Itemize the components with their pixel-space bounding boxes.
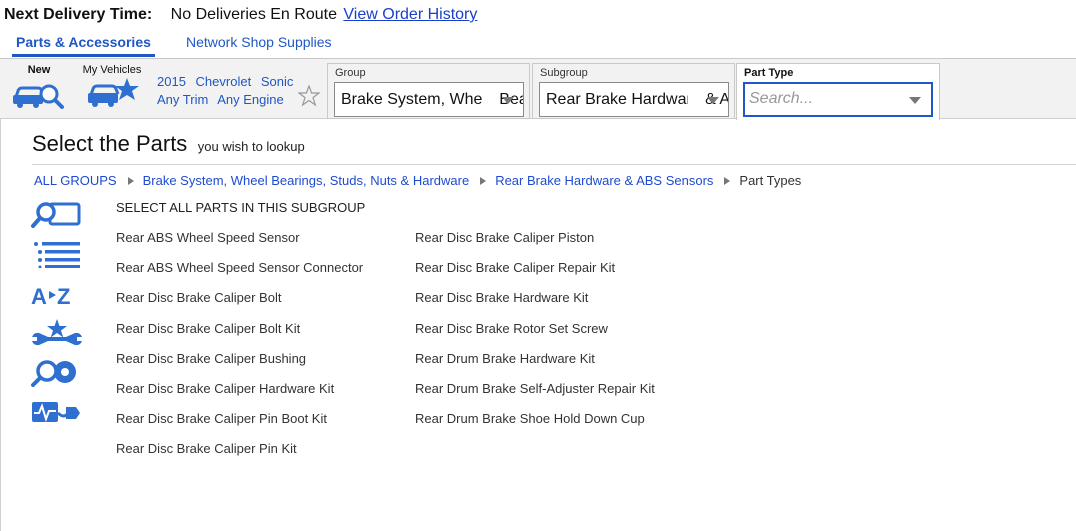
- subgroup-label: Subgroup: [540, 67, 588, 79]
- chevron-down-icon: [707, 97, 719, 104]
- page-subtitle: you wish to lookup: [197, 139, 305, 154]
- group-select[interactable]: Brake System, Wheel Bearings, Studs, Nut…: [334, 82, 524, 117]
- part-type-item[interactable]: Rear Drum Brake Shoe Hold Down Cup: [415, 411, 645, 426]
- list-view-icon[interactable]: [30, 240, 84, 268]
- part-type-label: Part Type: [744, 67, 794, 79]
- tab-parts-accessories[interactable]: Parts & Accessories: [12, 34, 155, 57]
- part-type-item[interactable]: Rear Disc Brake Caliper Pin Boot Kit: [116, 411, 327, 426]
- part-type-item[interactable]: Rear Disc Brake Caliper Hardware Kit: [116, 381, 334, 396]
- svg-text:A: A: [31, 284, 47, 309]
- new-vehicle-button[interactable]: New: [12, 64, 66, 115]
- page-heading: Select the Parts you wish to lookup: [32, 131, 305, 157]
- chevron-down-icon: [502, 97, 514, 104]
- part-type-item[interactable]: Rear Disc Brake Caliper Repair Kit: [415, 260, 615, 275]
- new-vehicle-label: New: [27, 64, 51, 76]
- view-order-history-link[interactable]: View Order History: [343, 6, 477, 23]
- part-type-item[interactable]: Rear Disc Brake Rotor Set Screw: [415, 321, 608, 336]
- breadcrumb: ALL GROUPS Brake System, Wheel Bearings, …: [34, 173, 801, 188]
- part-type-item[interactable]: Rear ABS Wheel Speed Sensor: [116, 230, 300, 245]
- content-border: [0, 119, 1, 531]
- part-type-item[interactable]: Rear Disc Brake Caliper Bolt: [116, 290, 281, 305]
- breadcrumb-arrow-icon: [127, 177, 134, 186]
- search-tire-icon[interactable]: [30, 359, 84, 387]
- vehicle-filter-bar: New My Vehicles 2015 Chevrolet Sonic Any…: [0, 59, 1076, 120]
- delivery-value: No Deliveries En Route: [170, 6, 337, 23]
- subgroup-select-value: Rear Brake Hardware & ABS Sensors: [546, 91, 728, 108]
- page-title: Select the Parts: [32, 131, 188, 156]
- breadcrumb-arrow-icon: [480, 177, 487, 186]
- vehicle-engine[interactable]: Any Engine: [217, 92, 284, 107]
- selected-vehicle[interactable]: 2015 Chevrolet Sonic Any Trim Any Engine: [157, 73, 299, 109]
- part-type-item[interactable]: Rear Drum Brake Hardware Kit: [415, 351, 595, 366]
- delivery-status: Next Delivery Time: No Deliveries En Rou…: [4, 6, 477, 24]
- divider: [32, 164, 1076, 165]
- vehicle-model[interactable]: Sonic: [261, 74, 294, 89]
- vehicle-make[interactable]: Chevrolet: [196, 74, 252, 89]
- part-type-search-input[interactable]: [749, 90, 899, 108]
- group-filter: Group Brake System, Wheel Bearings, Stud…: [327, 63, 530, 119]
- tab-network-shop-supplies[interactable]: Network Shop Supplies: [186, 34, 332, 50]
- tab-bar: Parts & Accessories Network Shop Supplie…: [0, 32, 1076, 59]
- vehicle-trim[interactable]: Any Trim: [157, 92, 208, 107]
- svg-text:Z: Z: [57, 284, 70, 309]
- part-type-item[interactable]: Rear Drum Brake Self-Adjuster Repair Kit: [415, 381, 655, 396]
- part-type-item[interactable]: Rear Disc Brake Caliper Pin Kit: [116, 441, 297, 456]
- breadcrumb-arrow-icon: [724, 177, 731, 186]
- breadcrumb-current: Part Types: [739, 173, 802, 188]
- tools-star-icon[interactable]: [30, 319, 84, 347]
- delivery-label: Next Delivery Time:: [4, 6, 153, 23]
- car-search-icon: [13, 84, 64, 109]
- part-type-item[interactable]: Rear ABS Wheel Speed Sensor Connector: [116, 260, 363, 275]
- my-vehicles-label: My Vehicles: [82, 64, 142, 76]
- group-label: Group: [335, 67, 366, 79]
- breadcrumb-group[interactable]: Brake System, Wheel Bearings, Studs, Nut…: [143, 173, 470, 188]
- my-vehicles-button[interactable]: My Vehicles: [80, 64, 144, 115]
- favorite-star-icon[interactable]: [298, 85, 320, 107]
- a-to-z-icon[interactable]: A Z: [30, 281, 84, 309]
- subgroup-filter: Subgroup Rear Brake Hardware & ABS Senso…: [532, 63, 735, 119]
- breadcrumb-all-groups[interactable]: ALL GROUPS: [34, 173, 117, 188]
- part-type-item[interactable]: Rear Disc Brake Caliper Piston: [415, 230, 594, 245]
- search-part-icon[interactable]: [30, 200, 84, 228]
- part-type-item[interactable]: Rear Disc Brake Caliper Bolt Kit: [116, 321, 300, 336]
- subgroup-select[interactable]: Rear Brake Hardware & ABS Sensors: [539, 82, 729, 117]
- part-type-search[interactable]: [743, 82, 933, 117]
- select-all-parts-link[interactable]: SELECT ALL PARTS IN THIS SUBGROUP: [116, 200, 365, 215]
- diagnostic-icon[interactable]: [30, 399, 84, 427]
- part-type-item[interactable]: Rear Disc Brake Hardware Kit: [415, 290, 588, 305]
- vehicle-year[interactable]: 2015: [157, 74, 186, 89]
- breadcrumb-subgroup[interactable]: Rear Brake Hardware & ABS Sensors: [495, 173, 713, 188]
- car-star-icon: [88, 78, 139, 107]
- part-type-item[interactable]: Rear Disc Brake Caliper Bushing: [116, 351, 306, 366]
- group-select-value: Brake System, Wheel Bearings, Studs, Nut…: [341, 91, 523, 108]
- part-type-filter: Part Type: [736, 63, 940, 120]
- chevron-down-icon[interactable]: [909, 97, 921, 104]
